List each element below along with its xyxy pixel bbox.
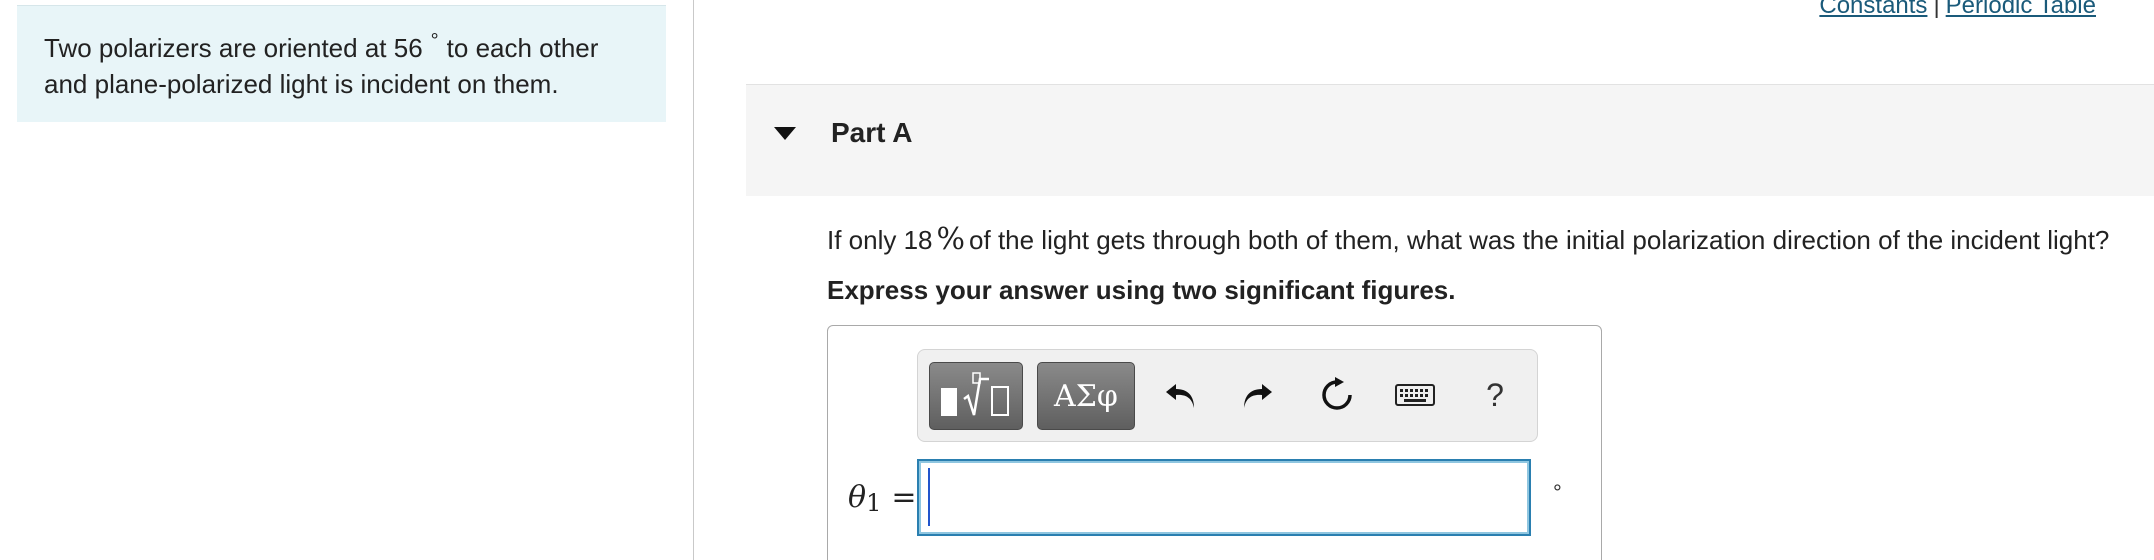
part-a-header[interactable]: Part A (746, 84, 2154, 196)
variable-symbol: θ (848, 480, 867, 515)
templates-icon (941, 372, 1009, 416)
intro-text-line1: Two polarizers are oriented at 56 (44, 33, 423, 63)
answer-instruction: Express your answer using two significan… (827, 275, 1456, 305)
constants-link[interactable]: Constants (1819, 0, 1927, 19)
keyboard-icon[interactable] (1392, 372, 1438, 418)
question-text-end: of the light gets through both of them, … (969, 225, 2110, 255)
templates-button[interactable] (929, 362, 1023, 430)
answer-input[interactable] (917, 459, 1531, 536)
intro-text-line2: and plane-polarized light is incident on… (44, 69, 559, 99)
math-toolbar: ΑΣφ ? (917, 349, 1538, 442)
link-separator: | (1933, 0, 1940, 19)
part-title: Part A (831, 117, 913, 148)
caret-down-icon[interactable] (774, 127, 796, 140)
periodic-table-link[interactable]: Periodic Table (1946, 0, 2096, 19)
answer-variable-label: θ1 = (848, 480, 917, 517)
unit-label: ° (1553, 480, 1562, 505)
problem-intro-text: Two polarizers are oriented at 56 ° to eac… (44, 30, 644, 101)
column-divider (693, 0, 694, 560)
equals-sign: = (891, 480, 917, 515)
variable-subscript: 1 (866, 489, 882, 517)
undo-icon[interactable] (1158, 372, 1204, 418)
top-links: Constants | Periodic Table (1819, 0, 2096, 20)
symbols-button[interactable]: ΑΣφ (1037, 362, 1135, 430)
reset-icon[interactable] (1314, 372, 1360, 418)
question-text: If only 18% of the light gets through bot… (827, 222, 2109, 257)
question-text-start: If only 18 (827, 225, 933, 255)
intro-text-line1-end: to each other (446, 33, 599, 63)
degree-symbol: ° (430, 30, 439, 52)
help-button[interactable]: ? (1472, 372, 1518, 418)
problem-intro-panel: Two polarizers are oriented at 56 ° to eac… (17, 5, 666, 122)
redo-icon[interactable] (1234, 372, 1280, 418)
text-cursor (928, 468, 930, 526)
percent-symbol: % (936, 222, 966, 257)
